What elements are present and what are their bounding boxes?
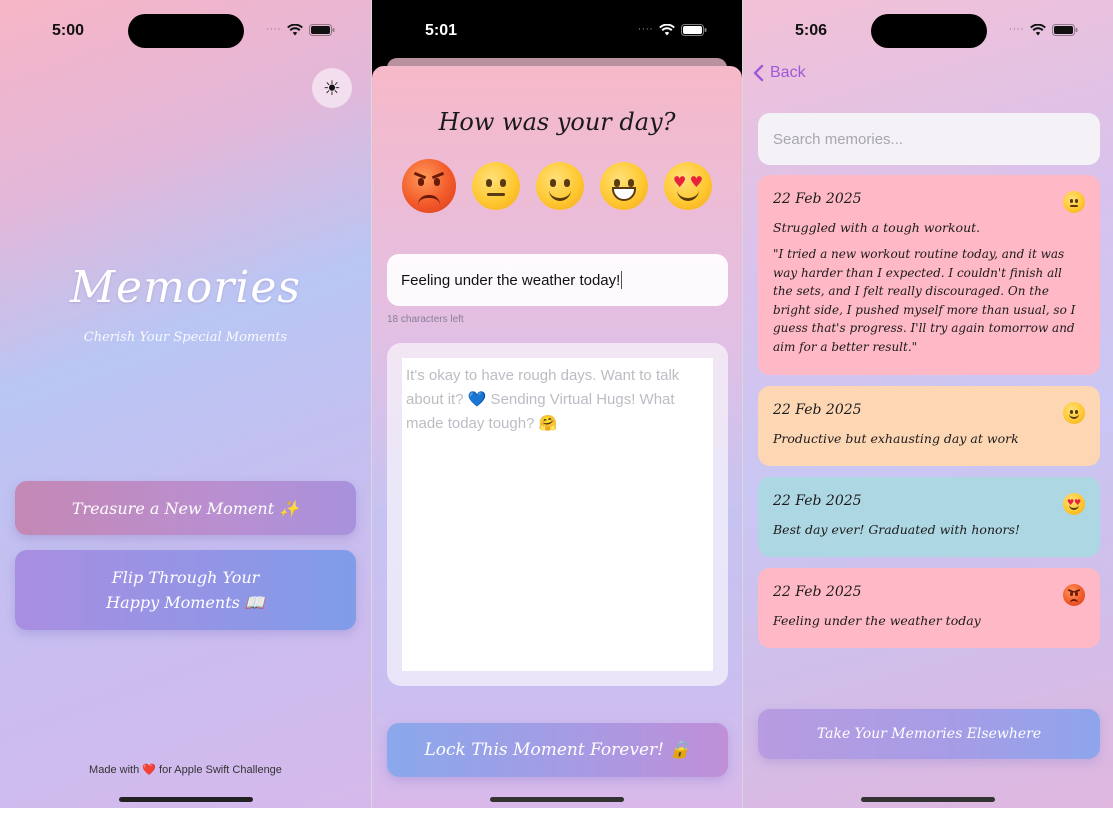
footer-credit: Made with ❤️ for Apple Swift Challenge <box>0 763 371 776</box>
flip-moments-label-line2: Happy Moments 📖 <box>106 593 265 612</box>
status-icons: ···· <box>266 24 335 36</box>
export-memories-label: Take Your Memories Elsewhere <box>816 726 1042 742</box>
status-time: 5:01 <box>425 22 458 39</box>
angry-face-icon <box>402 159 456 213</box>
status-icons: ···· <box>638 24 707 36</box>
entry-text-area[interactable]: It's okay to have rough days. Want to ta… <box>402 358 713 671</box>
home-screen: 5:00 ···· ☀ Memories Cherish Your Specia… <box>0 0 371 808</box>
sun-icon: ☀ <box>323 76 341 100</box>
treasure-moment-label: Treasure a New Moment ✨ <box>71 498 300 518</box>
battery-icon <box>309 24 335 36</box>
memory-date: 22 Feb 2025 <box>773 402 862 418</box>
back-label: Back <box>770 64 806 81</box>
mood-angry-button[interactable] <box>402 159 456 213</box>
wifi-icon <box>1030 24 1047 36</box>
status-time: 5:06 <box>795 22 828 39</box>
memory-title: Productive but exhausting day at work <box>773 431 1019 446</box>
memory-date: 22 Feb 2025 <box>773 191 862 207</box>
smiling-face-icon <box>536 162 584 210</box>
theme-toggle-button[interactable]: ☀ <box>312 68 352 108</box>
battery-icon <box>1052 24 1078 36</box>
memory-title: Struggled with a tough workout. <box>773 220 981 235</box>
dynamic-island <box>128 14 244 48</box>
entry-card: It's okay to have rough days. Want to ta… <box>387 343 728 686</box>
entry-placeholder: It's okay to have rough days. Want to ta… <box>406 367 680 432</box>
neutral-face-icon <box>1063 191 1085 213</box>
character-counter: 18 characters left <box>387 314 464 325</box>
back-button[interactable]: Back <box>753 64 806 82</box>
app-subtitle: Cherish Your Special Moments <box>83 330 288 345</box>
memory-card[interactable]: 22 Feb 2025 Feeling under the weather to… <box>758 568 1100 648</box>
memory-date: 22 Feb 2025 <box>773 584 862 600</box>
footer-prefix: Made with <box>89 764 140 776</box>
memory-card[interactable]: 22 Feb 2025 ♥ ♥ Best day ever! Graduated … <box>758 477 1100 557</box>
wifi-icon <box>659 24 676 36</box>
treasure-moment-button[interactable]: Treasure a New Moment ✨ <box>15 481 356 535</box>
lock-moment-button[interactable]: Lock This Moment Forever! 🔒 <box>387 723 728 777</box>
home-indicator[interactable] <box>119 797 253 802</box>
neutral-face-icon <box>472 162 520 210</box>
heart-icon: ❤️ <box>142 764 156 776</box>
flip-moments-label-line1: Flip Through Your <box>111 568 260 587</box>
status-icons: ···· <box>1009 24 1078 36</box>
chevron-left-icon <box>753 64 764 82</box>
mood-heart-eyes-button[interactable]: ♥ ♥ <box>664 162 712 210</box>
footer-suffix: for Apple Swift Challenge <box>159 764 282 776</box>
lock-moment-label: Lock This Moment Forever! 🔒 <box>424 740 691 760</box>
app-title: Memories <box>69 262 302 313</box>
mood-title-value: Feeling under the weather today! <box>401 271 621 289</box>
mood-title-input[interactable]: Feeling under the weather today! <box>387 254 728 306</box>
text-cursor <box>621 271 623 289</box>
home-indicator[interactable] <box>861 797 995 802</box>
question-title: How was your day? <box>438 108 676 136</box>
compose-screen: 5:01 ···· How was your day? ♥ ♥ Feeling … <box>372 0 742 808</box>
smiling-face-icon <box>1063 402 1085 424</box>
search-placeholder: Search memories... <box>773 130 904 148</box>
battery-icon <box>681 24 707 36</box>
dynamic-island <box>871 14 987 48</box>
signal-icon: ···· <box>266 25 282 35</box>
memory-title: Best day ever! Graduated with honors! <box>773 522 1020 537</box>
mood-grinning-button[interactable] <box>600 162 648 210</box>
flip-moments-button[interactable]: Flip Through Your Happy Moments 📖 <box>15 550 356 630</box>
mood-neutral-button[interactable] <box>472 162 520 210</box>
memory-title: Feeling under the weather today <box>773 613 981 628</box>
memories-screen: 5:06 ···· Back Search memories... 22 Feb… <box>743 0 1113 808</box>
search-input[interactable]: Search memories... <box>758 113 1100 165</box>
heart-eyes-face-icon: ♥ ♥ <box>1063 493 1085 515</box>
mood-smiling-button[interactable] <box>536 162 584 210</box>
compose-sheet: How was your day? ♥ ♥ Feeling under the … <box>372 66 742 808</box>
mood-selector: ♥ ♥ <box>402 159 712 213</box>
memory-card[interactable]: 22 Feb 2025 Productive but exhausting da… <box>758 386 1100 466</box>
memory-card[interactable]: 22 Feb 2025 Struggled with a tough worko… <box>758 175 1100 375</box>
heart-eyes-face-icon: ♥ ♥ <box>664 162 712 210</box>
home-indicator[interactable] <box>490 797 624 802</box>
memory-date: 22 Feb 2025 <box>773 493 862 509</box>
signal-icon: ···· <box>1009 25 1025 35</box>
export-memories-button[interactable]: Take Your Memories Elsewhere <box>758 709 1100 759</box>
wifi-icon <box>287 24 304 36</box>
memory-body: "I tried a new workout routine today, an… <box>773 247 1076 354</box>
status-time: 5:00 <box>52 22 85 39</box>
signal-icon: ···· <box>638 25 654 35</box>
grinning-face-icon <box>600 162 648 210</box>
angry-face-icon <box>1063 584 1085 606</box>
